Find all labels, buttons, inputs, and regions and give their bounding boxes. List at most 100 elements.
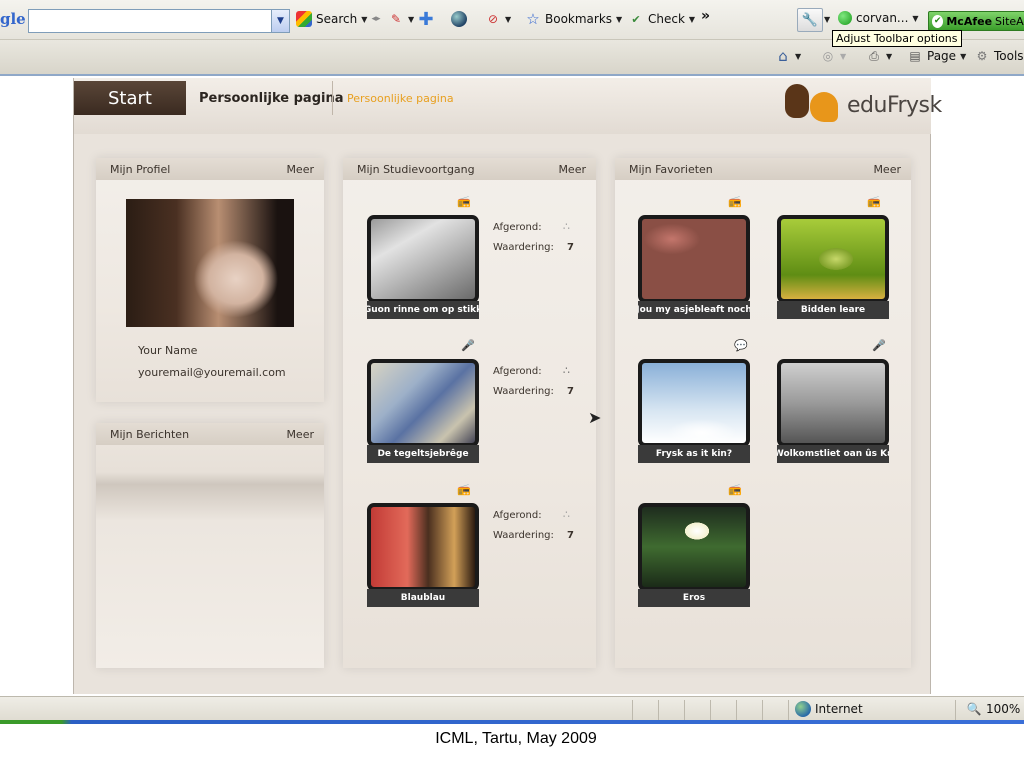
personal-page-nav-link[interactable]: Persoonlijke pagina <box>199 81 344 115</box>
tile-caption: Bidden leare <box>777 301 889 319</box>
mouse-pointer-icon: ➤ <box>588 408 602 427</box>
feeds-button[interactable]: ◎ ▼ <box>820 48 846 64</box>
zoom-level: 100% <box>986 702 1021 716</box>
rss-feed-icon: ◎ <box>822 49 834 63</box>
tile-thumbnail <box>638 359 750 447</box>
rating-label: Waardering: <box>493 242 554 253</box>
edufrysk-logo[interactable]: eduFrysk <box>785 82 942 128</box>
mcafee-siteadvisor-button[interactable]: ✔ McAfee SiteAdv <box>928 11 1024 31</box>
popup-blocker-button[interactable]: ⊘ ▼ <box>485 11 511 27</box>
zoom-control[interactable]: 🔍 100% <box>966 701 1021 717</box>
star-icon: ☆ <box>526 10 540 28</box>
tile-thumbnail <box>367 215 479 303</box>
status-segment <box>955 700 956 720</box>
security-zone[interactable]: Internet <box>795 701 863 717</box>
profile-name: Your Name <box>138 344 198 357</box>
bookmarks-button[interactable]: ☆ Bookmarks ▼ <box>525 10 623 28</box>
favorites-more-link[interactable]: Meer <box>873 163 901 176</box>
favorites-panel-title: Mijn Favorieten <box>629 162 713 176</box>
microphone-icon: 🎤 <box>872 338 886 352</box>
magnifier-icon: 🔍 <box>966 702 982 716</box>
account-button[interactable]: corvan... ▼ <box>838 11 919 25</box>
tile-thumbnail <box>367 359 479 447</box>
rating-label: Waardering: <box>493 386 554 397</box>
chevron-down-icon: ▼ <box>886 51 893 61</box>
more-label: » <box>701 8 711 24</box>
spellcheck-button[interactable]: ✔ Check ▼ <box>628 11 695 27</box>
print-button[interactable]: ⎙ ▼ <box>866 48 892 64</box>
logo-text: eduFrysk <box>847 92 942 118</box>
radio-icon: 📻 <box>457 194 471 208</box>
pagerank-icon: ✎ <box>390 12 402 26</box>
breadcrumb-current[interactable]: Persoonlijke pagina <box>347 81 454 115</box>
favorite-tile[interactable]: Wolkomstliet oan ûs Kε <box>777 359 889 463</box>
status-segment <box>762 700 763 720</box>
tile-caption: Eros <box>638 589 750 607</box>
radio-icon: 📻 <box>728 194 742 208</box>
google-search-box[interactable]: ▼ <box>28 9 290 33</box>
favorite-tile[interactable]: Bidden leare <box>777 215 889 319</box>
more-tools-button[interactable]: » <box>701 8 710 24</box>
tile-thumbnail <box>638 503 750 591</box>
page-label: Page <box>927 49 957 63</box>
favorite-tile[interactable]: Frysk as it kin? <box>638 359 750 463</box>
rating-value: 7 <box>567 242 574 253</box>
taskbar-strip <box>0 720 1024 724</box>
tile-thumbnail <box>777 359 889 447</box>
google-logo[interactable]: gle <box>0 10 26 28</box>
chevron-down-icon: ▼ <box>408 14 415 24</box>
messages-panel: Mijn Berichten Meer <box>96 423 324 668</box>
search-history-dropdown-icon[interactable]: ▼ <box>271 10 289 32</box>
search-label: Search <box>316 12 358 26</box>
account-label: corvan... <box>856 11 909 25</box>
site-header: Start Persoonlijke pagina Persoonlijke p… <box>74 78 942 134</box>
radio-icon: 📻 <box>457 482 471 496</box>
google-search-input[interactable] <box>29 10 267 32</box>
zone-label: Internet <box>815 702 863 716</box>
progress-dots-icon: ∴ <box>563 508 570 521</box>
rating-value: 7 <box>567 530 574 541</box>
globe-icon <box>451 11 467 27</box>
wrench-settings-button[interactable]: 🔧 <box>797 8 823 32</box>
siteadvisor-label: SiteAdv <box>995 14 1024 28</box>
start-nav-button[interactable]: Start <box>74 81 186 115</box>
progress-tile[interactable]: Blaublau <box>367 503 479 607</box>
profile-more-link[interactable]: Meer <box>286 163 314 176</box>
chevron-down-icon: ▼ <box>616 14 623 24</box>
profile-panel-header: Mijn Profiel Meer <box>96 158 324 180</box>
highlight-button[interactable]: ◂▸ ✎ ▼ <box>368 11 414 27</box>
progress-tile[interactable]: De tegeltsjebrêge <box>367 359 479 463</box>
globe-button[interactable] <box>451 11 467 27</box>
tooltip: Adjust Toolbar options <box>832 30 962 47</box>
progress-dots-icon: ∴ <box>563 220 570 233</box>
page-menu-button[interactable]: ▤ Page ▼ <box>907 48 966 64</box>
chevron-down-icon: ▼ <box>361 14 368 24</box>
home-button[interactable]: ⌂ ▼ <box>775 47 801 65</box>
favorites-panel-header: Mijn Favorieten Meer <box>615 158 911 180</box>
microphone-icon: 🎤 <box>461 338 475 352</box>
progress-panel-header: Mijn Studievoortgang Meer <box>343 158 596 180</box>
globe-icon <box>795 701 811 717</box>
chevron-down-icon: ▼ <box>505 14 512 24</box>
listened-label: Afgerond: <box>493 366 542 377</box>
messages-more-link[interactable]: Meer <box>286 428 314 441</box>
progress-dots-icon: ∴ <box>563 364 570 377</box>
progress-more-link[interactable]: Meer <box>558 163 586 176</box>
speech-bubble-icon: 💬 <box>734 338 748 352</box>
favorite-tile[interactable]: Eros <box>638 503 750 607</box>
radio-icon: 📻 <box>728 482 742 496</box>
plus-button[interactable]: ✚ <box>418 8 434 30</box>
tile-caption: Wolkomstliet oan ûs Kε <box>777 445 889 463</box>
chevron-down-icon: ▼ <box>960 51 967 61</box>
favorites-panel: Mijn Favorieten Meer 📻 Jou my asjebleaft… <box>615 158 911 668</box>
profile-email: youremail@youremail.com <box>138 366 286 379</box>
search-button[interactable]: Search ▼ <box>296 11 367 27</box>
tools-menu-button[interactable]: ⚙ Tools <box>974 48 1024 64</box>
plus-icon: ✚ <box>418 8 434 30</box>
status-segment <box>684 700 685 720</box>
tile-caption: Frysk as it kin? <box>638 445 750 463</box>
chevron-down-icon[interactable]: ▼ <box>824 15 830 24</box>
progress-tile[interactable]: Guon rinne om op stikk <box>367 215 479 319</box>
favorite-tile[interactable]: Jou my asjebleaft noch <box>638 215 750 319</box>
screen: gle ▼ Search ▼ ◂▸ ✎ ▼ ✚ ⊘ ▼ ☆ Bookmarks … <box>0 0 1024 768</box>
